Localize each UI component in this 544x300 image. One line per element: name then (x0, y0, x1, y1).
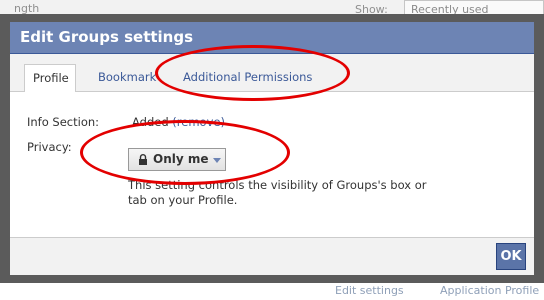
background-footer-row: Edit settings Application Profile (0, 283, 544, 300)
dialog-footer: OK (10, 237, 534, 275)
info-section-label: Info Section: (27, 115, 100, 129)
dialog-title: Edit Groups settings (20, 28, 194, 46)
tab-profile[interactable]: Profile (24, 64, 76, 93)
privacy-label: Privacy: (27, 140, 72, 154)
background-edit-settings-link[interactable]: Edit settings (335, 284, 404, 297)
annotation-circle-permissions (155, 45, 350, 101)
ok-button[interactable]: OK (496, 243, 526, 270)
annotation-circle-privacy (80, 120, 290, 185)
tab-bookmark[interactable]: Bookmark (90, 64, 164, 92)
background-application-profile-link[interactable]: Application Profile (440, 284, 539, 297)
